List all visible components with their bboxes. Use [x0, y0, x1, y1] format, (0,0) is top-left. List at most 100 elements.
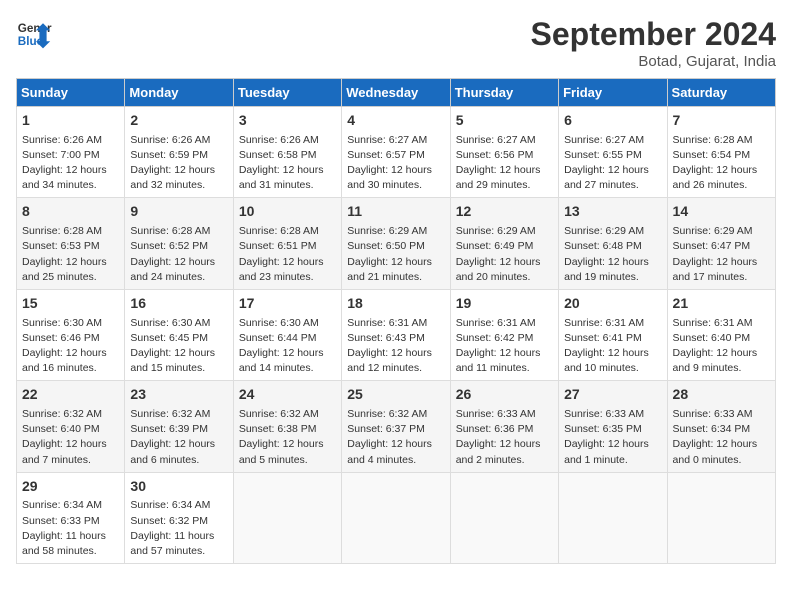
day-number: 28 [673, 385, 770, 405]
day-number: 21 [673, 294, 770, 314]
calendar-cell: 4Sunrise: 6:27 AM Sunset: 6:57 PM Daylig… [342, 107, 450, 198]
day-header-sunday: Sunday [17, 79, 125, 107]
day-number: 1 [22, 111, 119, 131]
day-number: 13 [564, 202, 661, 222]
day-number: 17 [239, 294, 336, 314]
day-number: 20 [564, 294, 661, 314]
calendar-cell: 15Sunrise: 6:30 AM Sunset: 6:46 PM Dayli… [17, 289, 125, 380]
calendar-cell: 3Sunrise: 6:26 AM Sunset: 6:58 PM Daylig… [233, 107, 341, 198]
day-number: 6 [564, 111, 661, 131]
calendar-cell [559, 472, 667, 563]
day-info: Sunrise: 6:26 AM Sunset: 6:59 PM Dayligh… [130, 133, 227, 194]
title-block: September 2024 Botad, Gujarat, India [531, 16, 776, 70]
calendar-cell: 17Sunrise: 6:30 AM Sunset: 6:44 PM Dayli… [233, 289, 341, 380]
calendar-week-row: 15Sunrise: 6:30 AM Sunset: 6:46 PM Dayli… [17, 289, 776, 380]
day-header-monday: Monday [125, 79, 233, 107]
day-info: Sunrise: 6:29 AM Sunset: 6:48 PM Dayligh… [564, 224, 661, 285]
calendar-cell [667, 472, 775, 563]
calendar-cell: 5Sunrise: 6:27 AM Sunset: 6:56 PM Daylig… [450, 107, 558, 198]
day-number: 9 [130, 202, 227, 222]
day-number: 4 [347, 111, 444, 131]
day-info: Sunrise: 6:26 AM Sunset: 6:58 PM Dayligh… [239, 133, 336, 194]
calendar-cell: 29Sunrise: 6:34 AM Sunset: 6:33 PM Dayli… [17, 472, 125, 563]
day-info: Sunrise: 6:29 AM Sunset: 6:49 PM Dayligh… [456, 224, 553, 285]
day-number: 18 [347, 294, 444, 314]
day-info: Sunrise: 6:32 AM Sunset: 6:38 PM Dayligh… [239, 407, 336, 468]
day-number: 12 [456, 202, 553, 222]
calendar-cell: 24Sunrise: 6:32 AM Sunset: 6:38 PM Dayli… [233, 381, 341, 472]
day-number: 30 [130, 477, 227, 497]
calendar-cell: 8Sunrise: 6:28 AM Sunset: 6:53 PM Daylig… [17, 198, 125, 289]
calendar-table: SundayMondayTuesdayWednesdayThursdayFrid… [16, 78, 776, 564]
calendar-cell: 9Sunrise: 6:28 AM Sunset: 6:52 PM Daylig… [125, 198, 233, 289]
day-number: 16 [130, 294, 227, 314]
day-info: Sunrise: 6:27 AM Sunset: 6:57 PM Dayligh… [347, 133, 444, 194]
day-info: Sunrise: 6:30 AM Sunset: 6:45 PM Dayligh… [130, 316, 227, 377]
day-number: 26 [456, 385, 553, 405]
calendar-cell [233, 472, 341, 563]
day-header-saturday: Saturday [667, 79, 775, 107]
day-info: Sunrise: 6:28 AM Sunset: 6:53 PM Dayligh… [22, 224, 119, 285]
day-number: 24 [239, 385, 336, 405]
day-number: 11 [347, 202, 444, 222]
day-info: Sunrise: 6:31 AM Sunset: 6:40 PM Dayligh… [673, 316, 770, 377]
day-info: Sunrise: 6:32 AM Sunset: 6:40 PM Dayligh… [22, 407, 119, 468]
calendar-cell: 25Sunrise: 6:32 AM Sunset: 6:37 PM Dayli… [342, 381, 450, 472]
calendar-cell: 18Sunrise: 6:31 AM Sunset: 6:43 PM Dayli… [342, 289, 450, 380]
day-number: 23 [130, 385, 227, 405]
calendar-cell [450, 472, 558, 563]
calendar-cell: 6Sunrise: 6:27 AM Sunset: 6:55 PM Daylig… [559, 107, 667, 198]
day-info: Sunrise: 6:32 AM Sunset: 6:37 PM Dayligh… [347, 407, 444, 468]
day-info: Sunrise: 6:30 AM Sunset: 6:44 PM Dayligh… [239, 316, 336, 377]
day-info: Sunrise: 6:27 AM Sunset: 6:56 PM Dayligh… [456, 133, 553, 194]
calendar-week-row: 8Sunrise: 6:28 AM Sunset: 6:53 PM Daylig… [17, 198, 776, 289]
calendar-cell: 11Sunrise: 6:29 AM Sunset: 6:50 PM Dayli… [342, 198, 450, 289]
day-info: Sunrise: 6:28 AM Sunset: 6:51 PM Dayligh… [239, 224, 336, 285]
calendar-cell: 26Sunrise: 6:33 AM Sunset: 6:36 PM Dayli… [450, 381, 558, 472]
day-info: Sunrise: 6:31 AM Sunset: 6:43 PM Dayligh… [347, 316, 444, 377]
day-info: Sunrise: 6:28 AM Sunset: 6:52 PM Dayligh… [130, 224, 227, 285]
month-title: September 2024 [531, 16, 776, 53]
day-number: 5 [456, 111, 553, 131]
day-number: 25 [347, 385, 444, 405]
day-info: Sunrise: 6:34 AM Sunset: 6:33 PM Dayligh… [22, 498, 119, 559]
day-header-thursday: Thursday [450, 79, 558, 107]
day-number: 10 [239, 202, 336, 222]
day-header-wednesday: Wednesday [342, 79, 450, 107]
calendar-cell: 23Sunrise: 6:32 AM Sunset: 6:39 PM Dayli… [125, 381, 233, 472]
day-number: 14 [673, 202, 770, 222]
day-info: Sunrise: 6:28 AM Sunset: 6:54 PM Dayligh… [673, 133, 770, 194]
day-number: 29 [22, 477, 119, 497]
day-header-friday: Friday [559, 79, 667, 107]
calendar-week-row: 29Sunrise: 6:34 AM Sunset: 6:33 PM Dayli… [17, 472, 776, 563]
day-info: Sunrise: 6:34 AM Sunset: 6:32 PM Dayligh… [130, 498, 227, 559]
calendar-cell: 2Sunrise: 6:26 AM Sunset: 6:59 PM Daylig… [125, 107, 233, 198]
day-info: Sunrise: 6:27 AM Sunset: 6:55 PM Dayligh… [564, 133, 661, 194]
calendar-cell: 7Sunrise: 6:28 AM Sunset: 6:54 PM Daylig… [667, 107, 775, 198]
day-info: Sunrise: 6:26 AM Sunset: 7:00 PM Dayligh… [22, 133, 119, 194]
day-info: Sunrise: 6:33 AM Sunset: 6:36 PM Dayligh… [456, 407, 553, 468]
calendar-cell: 19Sunrise: 6:31 AM Sunset: 6:42 PM Dayli… [450, 289, 558, 380]
calendar-week-row: 1Sunrise: 6:26 AM Sunset: 7:00 PM Daylig… [17, 107, 776, 198]
calendar-cell: 1Sunrise: 6:26 AM Sunset: 7:00 PM Daylig… [17, 107, 125, 198]
calendar-cell: 14Sunrise: 6:29 AM Sunset: 6:47 PM Dayli… [667, 198, 775, 289]
calendar-cell: 16Sunrise: 6:30 AM Sunset: 6:45 PM Dayli… [125, 289, 233, 380]
day-number: 15 [22, 294, 119, 314]
page-header: General Blue September 2024 Botad, Gujar… [16, 16, 776, 70]
calendar-cell [342, 472, 450, 563]
day-info: Sunrise: 6:33 AM Sunset: 6:34 PM Dayligh… [673, 407, 770, 468]
day-info: Sunrise: 6:29 AM Sunset: 6:47 PM Dayligh… [673, 224, 770, 285]
calendar-cell: 13Sunrise: 6:29 AM Sunset: 6:48 PM Dayli… [559, 198, 667, 289]
day-number: 3 [239, 111, 336, 131]
day-info: Sunrise: 6:33 AM Sunset: 6:35 PM Dayligh… [564, 407, 661, 468]
day-info: Sunrise: 6:31 AM Sunset: 6:42 PM Dayligh… [456, 316, 553, 377]
logo: General Blue [16, 16, 52, 52]
day-number: 2 [130, 111, 227, 131]
calendar-cell: 28Sunrise: 6:33 AM Sunset: 6:34 PM Dayli… [667, 381, 775, 472]
day-info: Sunrise: 6:32 AM Sunset: 6:39 PM Dayligh… [130, 407, 227, 468]
logo-icon: General Blue [16, 16, 52, 52]
calendar-cell: 20Sunrise: 6:31 AM Sunset: 6:41 PM Dayli… [559, 289, 667, 380]
location-title: Botad, Gujarat, India [531, 53, 776, 70]
day-header-tuesday: Tuesday [233, 79, 341, 107]
day-number: 27 [564, 385, 661, 405]
